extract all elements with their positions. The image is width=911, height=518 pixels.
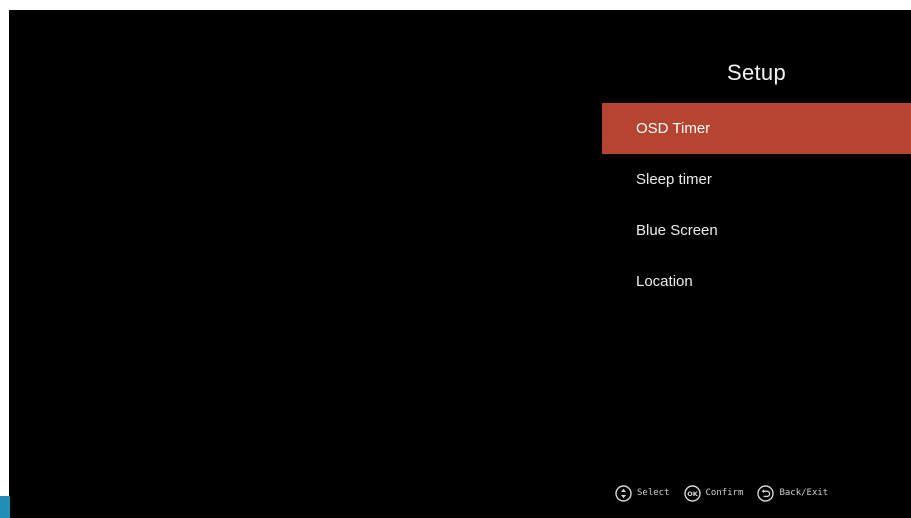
menu-list: OSD Timer Sleep timer Blue Screen Locati… [602, 103, 911, 307]
display-frame: Setup OSD Timer Sleep timer Blue Screen … [0, 0, 911, 518]
key-hints-bar: Select OK Confirm Back/Exit [615, 483, 911, 503]
ok-icon: OK [683, 484, 701, 502]
menu-item-label: Blue Screen [636, 222, 718, 239]
hint-label: Select [637, 488, 670, 498]
tv-screen: Setup OSD Timer Sleep timer Blue Screen … [9, 10, 911, 518]
hint-confirm: OK Confirm [683, 484, 744, 502]
menu-item-label: Sleep timer [636, 171, 712, 188]
svg-text:OK: OK [687, 490, 699, 498]
corner-accent-bar [0, 496, 10, 518]
menu-item-label: OSD Timer [636, 120, 711, 137]
back-icon [757, 484, 775, 502]
menu-item-blue-screen[interactable]: Blue Screen [602, 205, 911, 256]
setup-menu-panel: Setup OSD Timer Sleep timer Blue Screen … [602, 50, 911, 518]
hint-label: Confirm [705, 488, 744, 498]
updown-icon [615, 484, 632, 502]
hint-back-exit: Back/Exit [757, 484, 829, 502]
menu-item-osd-timer[interactable]: OSD Timer [602, 103, 911, 154]
hint-label: Back/Exit [779, 488, 829, 498]
hint-select: Select [615, 484, 670, 502]
menu-title: Setup [727, 60, 786, 85]
menu-item-location[interactable]: Location [602, 256, 911, 307]
menu-item-sleep-timer[interactable]: Sleep timer [602, 154, 911, 205]
menu-item-label: Location [636, 273, 693, 290]
